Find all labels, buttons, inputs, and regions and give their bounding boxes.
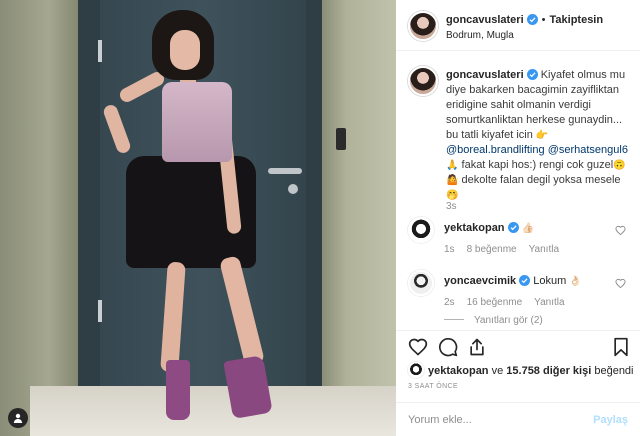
user-tag-icon bbox=[13, 413, 23, 423]
photo-door-hinge bbox=[98, 40, 102, 62]
photo-floor bbox=[30, 386, 396, 436]
caption-text: fakat kapi hos:) rengi cok guzel bbox=[461, 159, 614, 171]
post-actions-bar bbox=[396, 330, 640, 364]
likes-conjunction: ve bbox=[491, 365, 504, 377]
caption-username[interactable]: goncavuslateri bbox=[446, 69, 524, 81]
caption-author-avatar[interactable] bbox=[408, 66, 438, 96]
caption-text: somurtkanliktan herkese gunaydin... bbox=[446, 114, 623, 126]
comment-input[interactable] bbox=[408, 412, 578, 428]
author-name-line: goncavuslateri • Takiptesin bbox=[446, 14, 603, 26]
pointing-hand-emoji: 👉 bbox=[535, 130, 549, 141]
photo-person-shoe bbox=[166, 360, 190, 420]
heart-icon[interactable] bbox=[615, 225, 626, 236]
add-comment-section: Paylaş bbox=[396, 402, 640, 436]
comment-text: Lokum bbox=[533, 275, 567, 287]
share-icon[interactable] bbox=[467, 337, 487, 357]
commenter-avatar[interactable] bbox=[408, 270, 434, 296]
post-comment-button[interactable]: Paylaş bbox=[593, 414, 628, 426]
verified-icon bbox=[526, 14, 538, 25]
header-separator: • bbox=[541, 14, 546, 26]
bookmark-icon[interactable] bbox=[611, 337, 631, 357]
post-location[interactable]: Bodrum, Mugla bbox=[446, 30, 514, 41]
caption-text: eridigine sahit olmanin verdigi bbox=[446, 99, 591, 111]
photo-person-top bbox=[162, 82, 232, 162]
comments-list[interactable]: goncavuslateri Kiyafet olmus mu diye bak… bbox=[396, 52, 640, 330]
photo-wall-left bbox=[0, 0, 82, 436]
praying-hands-emoji: 🙏 bbox=[446, 160, 459, 171]
post-photo[interactable] bbox=[0, 0, 396, 436]
caption-text: dekolte falan degil yoksa mesele bbox=[461, 174, 621, 186]
caption-text: Kiyafet olmus mu bbox=[540, 69, 626, 81]
user-tag-button[interactable] bbox=[8, 408, 28, 428]
commenter-username[interactable]: yektakopan bbox=[444, 222, 505, 234]
commenter-avatar[interactable] bbox=[408, 217, 434, 243]
commenter-username[interactable]: yoncaevcimik bbox=[444, 275, 516, 287]
view-replies-label: Yanıtları gör (2) bbox=[474, 315, 543, 326]
caption-mention[interactable]: @serhatsengul6 bbox=[548, 144, 628, 156]
likes-summary[interactable]: yektakopan ve 15.758 diğer kişi beğendi bbox=[408, 362, 634, 378]
liker-avatar[interactable] bbox=[408, 362, 424, 378]
comment-meta: 1s 8 beğenme Yanıtla bbox=[444, 244, 571, 255]
comment-likes-count[interactable]: 16 beğenme bbox=[467, 297, 523, 308]
comment-reply-button[interactable]: Yanıtla bbox=[529, 244, 559, 255]
heart-icon[interactable] bbox=[408, 337, 428, 357]
post-side-panel: goncavuslateri • Takiptesin Bodrum, Mugla … bbox=[396, 0, 640, 436]
post-caption: goncavuslateri Kiyafet olmus mu diye bak… bbox=[446, 68, 628, 203]
verified-icon bbox=[526, 69, 538, 80]
comment-time[interactable]: 2s bbox=[444, 297, 455, 308]
comment-text-line: yektakopan 👍🏻 bbox=[444, 222, 534, 234]
verified-icon bbox=[519, 275, 531, 286]
author-username[interactable]: goncavuslateri bbox=[446, 14, 524, 26]
author-avatar[interactable] bbox=[408, 11, 438, 41]
likes-suffix: beğendi bbox=[594, 365, 634, 377]
photo-door-lock bbox=[288, 184, 298, 194]
comment-icon[interactable] bbox=[438, 337, 458, 357]
comment-text-line: yoncaevcimik Lokum 👌🏻 bbox=[444, 275, 582, 287]
caption-mention[interactable]: @boreal.brandlifting bbox=[446, 144, 545, 156]
photo-door-hinge bbox=[98, 300, 102, 322]
verified-icon bbox=[507, 222, 519, 233]
hand-emoji: 👌🏻 bbox=[569, 276, 582, 287]
comment-row: yektakopan 👍🏻 1s 8 beğenme Yanıtla bbox=[396, 217, 640, 277]
photo-door-handle bbox=[268, 168, 302, 174]
post-timestamp[interactable]: 3 SAAT ÖNCE bbox=[408, 383, 458, 390]
photo-light-switch bbox=[336, 128, 346, 150]
upside-down-face-emoji: 🙃 bbox=[613, 160, 626, 171]
comment-meta: 2s 16 beğenme Yanıtla bbox=[444, 297, 577, 308]
liker-username[interactable]: yektakopan bbox=[428, 365, 489, 377]
comment-likes-count[interactable]: 8 beğenme bbox=[467, 244, 517, 255]
photo-person-face bbox=[170, 30, 200, 70]
caption-text: diye bakarken bacagimin zayifliktan bbox=[446, 84, 620, 96]
heart-icon[interactable] bbox=[615, 278, 626, 289]
view-replies-button[interactable]: Yanıtları gör (2) bbox=[444, 315, 543, 326]
caption-timestamp[interactable]: 3s bbox=[446, 201, 457, 212]
comment-reply-button[interactable]: Yanıtla bbox=[534, 297, 564, 308]
thumbs-up-emoji: 👍🏻 bbox=[521, 223, 535, 234]
replies-divider bbox=[444, 319, 464, 320]
photo-wall-right bbox=[314, 0, 396, 436]
comment-time[interactable]: 1s bbox=[444, 244, 455, 255]
caption-text: bu tatli kiyafet icin bbox=[446, 129, 533, 141]
shrug-emoji: 🤷 bbox=[446, 175, 459, 186]
likes-others-count[interactable]: 15.758 diğer kişi bbox=[506, 365, 591, 377]
post-header: goncavuslateri • Takiptesin Bodrum, Mugla bbox=[396, 0, 640, 51]
follow-status-button[interactable]: Takiptesin bbox=[550, 14, 604, 26]
